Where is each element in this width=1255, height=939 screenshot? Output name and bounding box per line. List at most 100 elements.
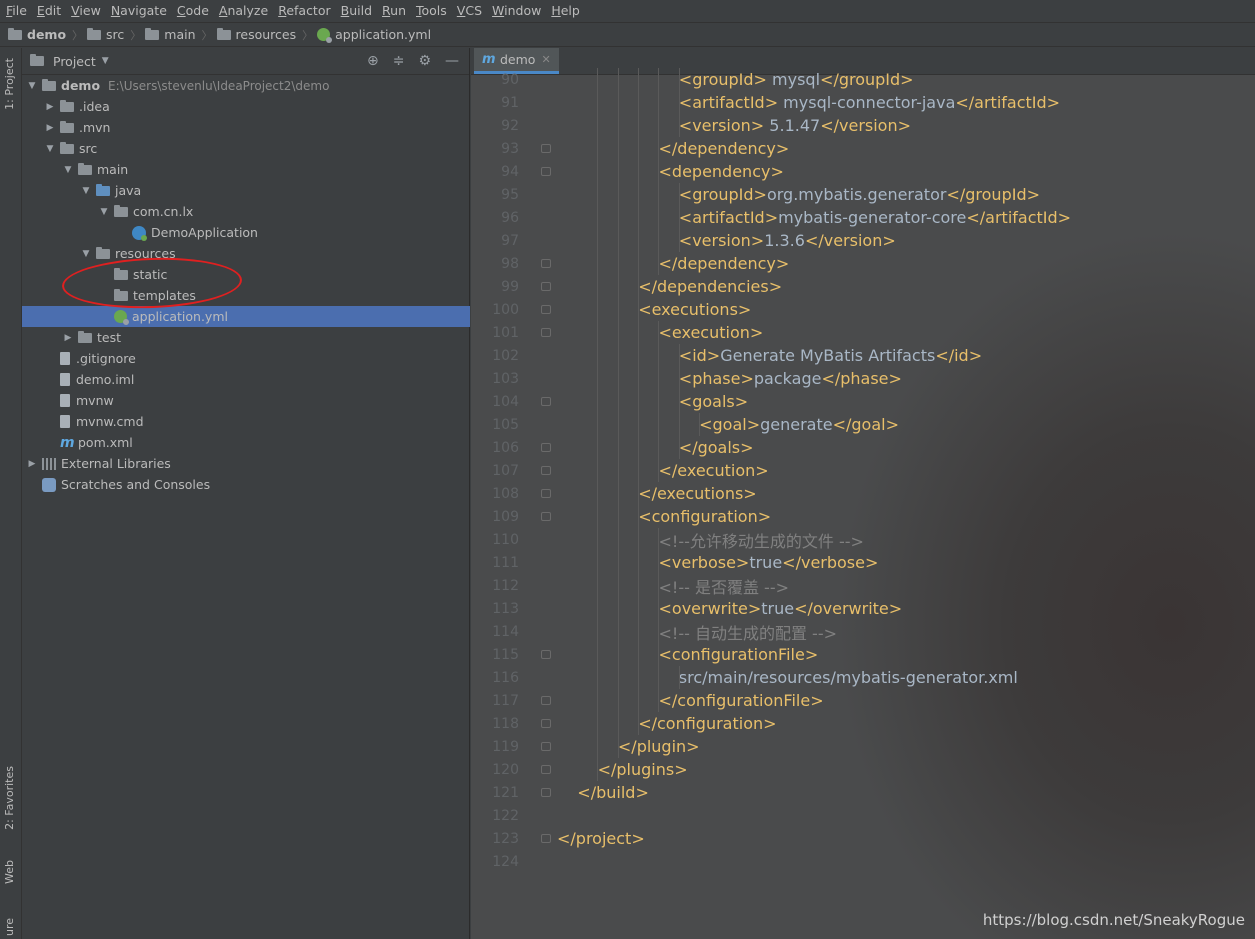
menu-item-tools[interactable]: Tools bbox=[416, 3, 447, 18]
project-view-selector[interactable]: Project bbox=[53, 54, 96, 69]
indent-guide bbox=[617, 367, 619, 390]
indent-guide bbox=[658, 206, 660, 229]
line-number: 97 bbox=[501, 232, 519, 249]
expanded-arrow-icon[interactable]: ▼ bbox=[80, 186, 92, 196]
fold-marker-icon[interactable] bbox=[541, 512, 551, 521]
indent-guide bbox=[678, 229, 680, 252]
tool-tab-web[interactable]: Web bbox=[3, 860, 16, 884]
line-number: 119 bbox=[492, 738, 519, 755]
collapse-all-icon[interactable]: ≑ bbox=[393, 53, 405, 69]
fold-marker-icon[interactable] bbox=[541, 834, 551, 843]
tree-node-src[interactable]: ▼ src bbox=[22, 138, 470, 159]
fold-marker-icon[interactable] bbox=[541, 696, 551, 705]
tree-node-application-yml[interactable]: application.yml bbox=[22, 306, 470, 327]
menu-item-vcs[interactable]: VCS bbox=[457, 3, 482, 18]
tree-node-mvn[interactable]: ▶ .mvn bbox=[22, 117, 470, 138]
breadcrumb-item[interactable]: application.yml bbox=[317, 27, 431, 43]
line-number: 118 bbox=[492, 715, 519, 732]
indent-guide bbox=[617, 114, 619, 137]
fold-marker-icon[interactable] bbox=[541, 443, 551, 452]
tree-node-gitignore[interactable]: .gitignore bbox=[22, 348, 470, 369]
tree-node-demoapplication[interactable]: DemoApplication bbox=[22, 222, 470, 243]
menu-item-analyze[interactable]: Analyze bbox=[219, 3, 268, 18]
tree-node-test[interactable]: ▶ test bbox=[22, 327, 470, 348]
tool-tab-structure[interactable]: ure bbox=[3, 918, 16, 936]
tree-node-java[interactable]: ▼ java bbox=[22, 180, 470, 201]
tree-node-templates[interactable]: templates bbox=[22, 285, 470, 306]
project-path: E:\Users\stevenlu\IdeaProject2\demo bbox=[108, 78, 330, 93]
tree-node-static[interactable]: static bbox=[22, 264, 470, 285]
tree-node-mvnw-cmd[interactable]: mvnw.cmd bbox=[22, 411, 470, 432]
xml-text: generate bbox=[760, 415, 833, 434]
menu-item-edit[interactable]: Edit bbox=[37, 3, 61, 18]
code-area[interactable]: 90 <groupId> mysql</groupId> 91 <artifactId… bbox=[471, 68, 1255, 873]
folder-icon bbox=[114, 267, 128, 280]
menu-item-refactor[interactable]: Refactor bbox=[278, 3, 330, 18]
fold-marker-icon[interactable] bbox=[541, 489, 551, 498]
chevron-down-icon[interactable]: ▼ bbox=[102, 56, 109, 66]
tree-node-resources[interactable]: ▼ resources bbox=[22, 243, 470, 264]
breadcrumb-item[interactable]: demo 〉 bbox=[8, 27, 83, 43]
menu-item-code[interactable]: Code bbox=[177, 3, 209, 18]
menu-item-navigate[interactable]: Navigate bbox=[111, 3, 167, 18]
fold-marker-icon[interactable] bbox=[541, 144, 551, 153]
tree-node-demo-iml[interactable]: demo.iml bbox=[22, 369, 470, 390]
gear-icon[interactable]: ⚙ bbox=[418, 53, 431, 69]
fold-marker-icon[interactable] bbox=[541, 719, 551, 728]
tree-node-pom-xml[interactable]: m pom.xml bbox=[22, 432, 470, 453]
collapsed-arrow-icon[interactable]: ▶ bbox=[44, 123, 56, 133]
line-number: 115 bbox=[492, 646, 519, 663]
tree-node-demo[interactable]: ▼ demo E:\Users\stevenlu\IdeaProject2\demo bbox=[22, 75, 470, 96]
fold-marker-icon[interactable] bbox=[541, 466, 551, 475]
hide-icon[interactable]: — bbox=[445, 53, 459, 69]
menu-item-build[interactable]: Build bbox=[341, 3, 372, 18]
tree-node-external-libraries[interactable]: ▶ External Libraries bbox=[22, 453, 470, 474]
chevron-right-icon: 〉 bbox=[201, 28, 213, 42]
menu-item-help[interactable]: Help bbox=[551, 3, 580, 18]
fold-marker-icon[interactable] bbox=[541, 788, 551, 797]
tool-tab-project[interactable]: 1: Project bbox=[3, 58, 16, 110]
fold-marker-icon[interactable] bbox=[541, 397, 551, 406]
tree-node-main[interactable]: ▼ main bbox=[22, 159, 470, 180]
folder-icon bbox=[87, 27, 102, 40]
collapsed-arrow-icon[interactable]: ▶ bbox=[26, 459, 38, 469]
fold-marker-icon[interactable] bbox=[541, 167, 551, 176]
expanded-arrow-icon[interactable]: ▼ bbox=[62, 165, 74, 175]
tree-node-mvnw[interactable]: mvnw bbox=[22, 390, 470, 411]
fold-marker-icon[interactable] bbox=[541, 305, 551, 314]
expanded-arrow-icon[interactable]: ▼ bbox=[80, 249, 92, 259]
fold-marker-icon[interactable] bbox=[541, 328, 551, 337]
locate-icon[interactable]: ⊕ bbox=[367, 53, 379, 69]
fold-marker-icon[interactable] bbox=[541, 742, 551, 751]
collapsed-arrow-icon[interactable]: ▶ bbox=[44, 102, 56, 112]
fold-marker-icon[interactable] bbox=[541, 765, 551, 774]
expanded-arrow-icon[interactable]: ▼ bbox=[98, 207, 110, 217]
fold-marker-icon[interactable] bbox=[541, 259, 551, 268]
tool-tab-favorites[interactable]: 2: Favorites bbox=[3, 766, 16, 830]
xml-tag: <goal> bbox=[699, 415, 761, 434]
expanded-arrow-icon[interactable]: ▼ bbox=[26, 81, 38, 91]
menu-item-view[interactable]: View bbox=[71, 3, 101, 18]
code-text: </plugins> bbox=[598, 760, 688, 779]
tree-node-idea[interactable]: ▶ .idea bbox=[22, 96, 470, 117]
menu-item-run[interactable]: Run bbox=[382, 3, 406, 18]
tree-node-scratches-and-consoles[interactable]: Scratches and Consoles bbox=[22, 474, 470, 495]
breadcrumb-item[interactable]: resources 〉 bbox=[216, 27, 313, 43]
close-icon[interactable]: ✕ bbox=[541, 53, 550, 66]
indent-guide bbox=[658, 413, 660, 436]
collapsed-arrow-icon[interactable]: ▶ bbox=[62, 333, 74, 343]
tree-node-com-cn-lx[interactable]: ▼ com.cn.lx bbox=[22, 201, 470, 222]
code-text: </dependencies> bbox=[638, 277, 782, 296]
indent-guide bbox=[597, 482, 599, 505]
breadcrumb-item[interactable]: main 〉 bbox=[145, 27, 213, 43]
breadcrumb-item[interactable]: src 〉 bbox=[87, 27, 141, 43]
indent-guide bbox=[617, 321, 619, 344]
code-line: 102 <id>Generate MyBatis Artifacts</id> bbox=[471, 344, 1255, 367]
menu-item-file[interactable]: File bbox=[6, 3, 27, 18]
menu-item-window[interactable]: Window bbox=[492, 3, 541, 18]
fold-marker-icon[interactable] bbox=[541, 650, 551, 659]
xml-tag: <verbose> bbox=[658, 553, 750, 572]
fold-marker-icon[interactable] bbox=[541, 282, 551, 291]
expanded-arrow-icon[interactable]: ▼ bbox=[44, 144, 56, 154]
indent-guide bbox=[617, 137, 619, 160]
